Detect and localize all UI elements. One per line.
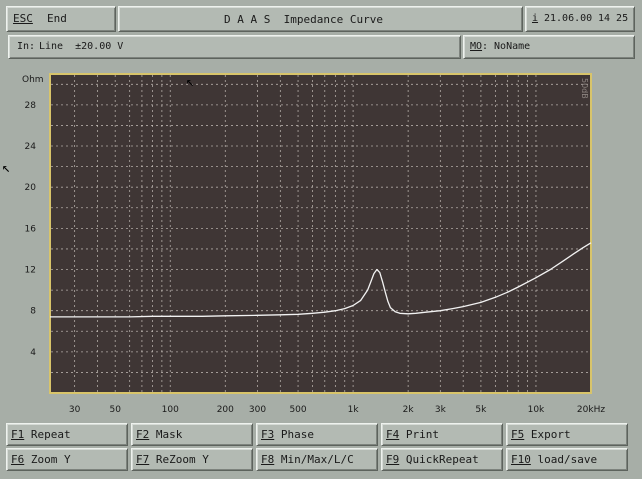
function-key-label: F4 Print <box>386 428 439 441</box>
measurement-object-name: : NoName <box>482 41 531 52</box>
function-key-label: F6 Zoom Y <box>11 453 71 466</box>
impedance-chart-svg: Ohm 4 8 12 16 20 24 28 30 50 100 200 300 500 1k 2k 3k 5… <box>22 73 605 415</box>
function-key-code: F4 <box>386 428 400 441</box>
info-icon: i <box>532 13 539 24</box>
page-title: D A A S Impedance Curve <box>224 13 383 26</box>
y-tick-label: 12 <box>25 266 36 276</box>
y-tick-label: 24 <box>25 142 37 152</box>
function-key-label: F8 Min/Max/L/C <box>261 453 354 466</box>
date-label: 21.06.00 <box>544 13 593 24</box>
resize-pointer-icon: ↖ <box>2 160 11 176</box>
function-key-f1[interactable]: F1 Repeat <box>6 423 128 446</box>
plot-background <box>49 73 592 394</box>
input-prefix: In: <box>17 41 36 52</box>
y-axis-unit-label: Ohm <box>22 75 44 85</box>
function-key-f4[interactable]: F4 Print <box>381 423 503 446</box>
function-key-f9[interactable]: F9 QuickRepeat <box>381 448 503 471</box>
function-key-label: F3 Phase <box>261 428 314 441</box>
function-key-code: F1 <box>11 428 25 441</box>
x-tick-label: 100 <box>162 405 179 415</box>
x-tick-label: 2k <box>403 405 415 415</box>
end-button[interactable]: ESC End <box>6 6 116 32</box>
x-tick-label: 50 <box>109 405 121 415</box>
function-key-f10[interactable]: F10 load/save <box>506 448 628 471</box>
impedance-chart: Ohm 4 8 12 16 20 24 28 30 50 100 200 300 500 1k 2k 3k 5… <box>0 64 642 424</box>
y-tick-label: 28 <box>25 101 37 111</box>
function-key-code: F8 <box>261 453 275 466</box>
function-key-code: F2 <box>136 428 150 441</box>
function-key-label: F5 Export <box>511 428 571 441</box>
time-label: 14 25 <box>598 13 629 24</box>
esc-key-label: ESC <box>13 12 33 25</box>
function-key-code: F3 <box>261 428 275 441</box>
function-key-f7[interactable]: F7 ReZoom Y <box>131 448 253 471</box>
function-key-label: F7 ReZoom Y <box>136 453 209 466</box>
function-key-label: F10 load/save <box>511 453 598 466</box>
function-key-f3[interactable]: F3 Phase <box>256 423 378 446</box>
input-settings-bar[interactable]: In: Line ±20.00 V <box>8 35 461 59</box>
function-key-code: F5 <box>511 428 525 441</box>
y-tick-label: 16 <box>25 224 37 234</box>
end-label: End <box>47 12 67 25</box>
mo-key: MO <box>470 41 483 52</box>
function-key-f2[interactable]: F2 Mask <box>131 423 253 446</box>
function-key-label: F2 Mask <box>136 428 183 441</box>
function-key-code: F10 <box>511 453 531 466</box>
measurement-object-bar[interactable]: MO : NoName <box>463 35 635 59</box>
function-key-code: F6 <box>11 453 25 466</box>
y-tick-label: 4 <box>30 348 36 358</box>
function-key-f5[interactable]: F5 Export <box>506 423 628 446</box>
function-key-code: F7 <box>136 453 150 466</box>
date-time-box: i 21.06.00 14 25 <box>525 6 635 32</box>
function-key-code: F9 <box>386 453 400 466</box>
x-tick-label: 5k <box>475 405 487 415</box>
function-key-f8[interactable]: F8 Min/Max/L/C <box>256 448 378 471</box>
x-tick-label: 3k <box>435 405 447 415</box>
function-key-label: F1 Repeat <box>11 428 71 441</box>
x-tick-label: 20kHz <box>577 405 605 415</box>
mouse-pointer-icon: ↖ <box>186 74 195 90</box>
function-key-label: F9 QuickRepeat <box>386 453 479 466</box>
input-settings-text: Line ±20.00 V <box>39 41 124 52</box>
x-tick-label: 300 <box>249 405 266 415</box>
y-tick-labels: 4 8 12 16 20 24 28 <box>25 101 37 358</box>
plot-area: 4 8 12 16 20 24 28 30 50 100 200 300 500 1k 2k 3k 5k 10k… <box>25 73 605 415</box>
function-key-f6[interactable]: F6 Zoom Y <box>6 448 128 471</box>
x-tick-labels: 30 50 100 200 300 500 1k 2k 3k 5k 10k 20kHz <box>69 405 605 415</box>
x-tick-label: 30 <box>69 405 81 415</box>
x-tick-label: 10k <box>528 405 545 415</box>
x-tick-label: 1k <box>348 405 360 415</box>
x-tick-label: 500 <box>289 405 306 415</box>
x-tick-label: 200 <box>217 405 234 415</box>
y-tick-label: 8 <box>30 307 36 317</box>
side-label: 50dB <box>580 78 589 99</box>
y-tick-label: 20 <box>25 183 37 193</box>
window-title-bar: D A A S Impedance Curve <box>118 6 523 32</box>
